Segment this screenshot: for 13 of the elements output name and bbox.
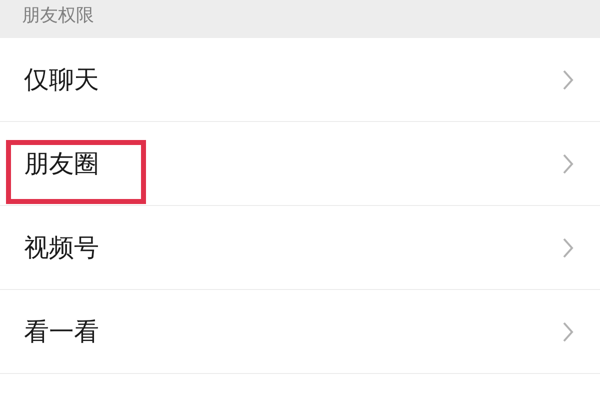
item-label: 看一看 xyxy=(24,316,99,348)
list-item[interactable]: 朋友圈 xyxy=(0,122,600,206)
item-label: 朋友圈 xyxy=(24,148,99,180)
chevron-icon xyxy=(562,68,574,90)
list-item[interactable]: 仅聊天 xyxy=(0,38,600,122)
list-item[interactable]: 看一看 xyxy=(0,290,600,374)
item-label: 仅聊天 xyxy=(24,64,99,96)
chevron-icon xyxy=(562,152,574,174)
list-item[interactable]: 视频号 xyxy=(0,206,600,290)
chevron-icon xyxy=(562,320,574,342)
chevron-icon xyxy=(562,236,574,258)
section-title: 朋友权限 xyxy=(22,4,94,28)
item-label: 视频号 xyxy=(24,232,99,264)
